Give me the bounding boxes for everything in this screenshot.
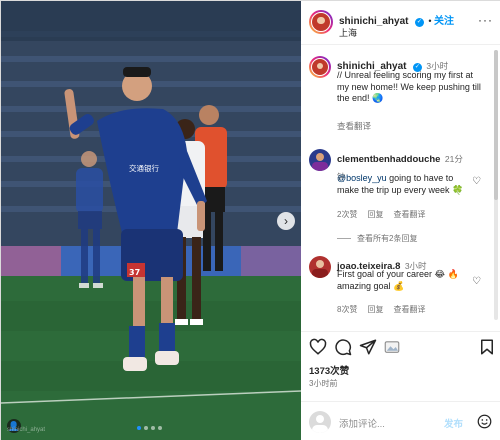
reply-button[interactable]: 回复 xyxy=(367,304,383,315)
view-replies-label[interactable]: 查看所有2条回复 xyxy=(357,233,417,244)
laughing-emoji: 😂 🔥 xyxy=(432,269,459,279)
player-number: 37 xyxy=(129,268,140,277)
post-location[interactable]: 上海 xyxy=(339,26,357,39)
comment-meta: 8次赞 回复 查看翻译 xyxy=(337,304,425,315)
comment-mention[interactable]: @bosley_yu xyxy=(337,173,387,183)
comment-text: First goal of your career 😂 🔥 amazing go… xyxy=(337,269,459,291)
carousel-dot[interactable] xyxy=(137,426,141,430)
earth-emoji: 🌏 xyxy=(369,93,384,103)
caption-avatar[interactable] xyxy=(309,56,331,78)
carousel-dot[interactable] xyxy=(144,426,148,430)
money-bag-emoji: 💰 xyxy=(390,280,405,291)
emoji-icon[interactable] xyxy=(477,414,492,429)
like-count[interactable]: 1373次赞 xyxy=(309,363,349,377)
verified-icon: ✓ xyxy=(414,18,424,27)
heart-icon[interactable] xyxy=(309,338,327,356)
carousel-dots xyxy=(137,426,162,430)
comment-likes[interactable]: 2次赞 xyxy=(337,209,357,220)
comment-icon[interactable] xyxy=(334,338,352,356)
share-icon[interactable] xyxy=(359,338,377,356)
caption-text: // Unreal feeling scoring my first at my… xyxy=(337,70,481,103)
author-avatar[interactable] xyxy=(309,10,333,34)
jersey-sponsor: 交通银行 xyxy=(129,163,159,173)
post-comment-button[interactable]: 发布 xyxy=(444,416,463,430)
post-time: 3小时前 xyxy=(309,379,338,388)
comment-avatar[interactable] xyxy=(309,256,331,278)
photo-illustration: 交通银行 37 xyxy=(1,1,301,440)
post-details-panel: shinichi_ahyat ✓ • 关注 上海 ··· shinichi_ah… xyxy=(301,1,500,440)
action-bar xyxy=(301,331,500,361)
follow-button[interactable]: 关注 xyxy=(434,16,454,27)
comment-avatar[interactable] xyxy=(309,149,331,171)
translate-link[interactable]: 查看翻译 xyxy=(393,209,425,220)
post-header: shinichi_ahyat ✓ • 关注 上海 ··· xyxy=(301,1,500,45)
heart-icon[interactable]: ♡ xyxy=(472,176,481,187)
carousel-dot[interactable] xyxy=(158,426,162,430)
gif-icon[interactable] xyxy=(383,338,401,356)
comments-list[interactable]: shinichi_ahyat ✓ 3小时 // Unreal feeling s… xyxy=(301,46,493,329)
replies-divider xyxy=(337,238,351,239)
photo-watermark: shinichi_ahyat xyxy=(7,427,46,433)
comment-text: @bosley_yu going to have to make the tri… xyxy=(337,173,464,195)
clover-emoji: 🍀 xyxy=(449,184,464,195)
carousel-dot[interactable] xyxy=(151,426,155,430)
current-user-avatar xyxy=(309,411,331,433)
scrollbar-thumb[interactable] xyxy=(494,50,498,200)
post-modal: 交通银行 37 › 👤 shinichi_ahyat shinichi_ahya… xyxy=(0,0,500,440)
comment-likes[interactable]: 8次赞 xyxy=(337,304,357,315)
comment-username[interactable]: clementbenhaddouche xyxy=(337,154,440,165)
comment-meta: 2次赞 回复 查看翻译 xyxy=(337,209,425,220)
bookmark-icon[interactable] xyxy=(478,338,496,356)
reply-button[interactable]: 回复 xyxy=(367,209,383,220)
add-comment-bar: 添加评论... 发布 xyxy=(301,401,500,440)
more-icon[interactable]: ··· xyxy=(478,13,493,27)
heart-icon[interactable]: ♡ xyxy=(472,276,481,287)
post-photo[interactable]: 交通银行 37 › 👤 shinichi_ahyat xyxy=(1,1,301,440)
translate-link[interactable]: 查看翻译 xyxy=(393,304,425,315)
comment-input[interactable]: 添加评论... xyxy=(339,416,385,430)
next-arrow-icon[interactable]: › xyxy=(277,212,295,230)
view-replies[interactable]: 查看所有2条回复 xyxy=(337,233,417,244)
comments-scrollbar[interactable] xyxy=(494,50,498,320)
caption-translate-link[interactable]: 查看翻译 xyxy=(337,120,371,132)
